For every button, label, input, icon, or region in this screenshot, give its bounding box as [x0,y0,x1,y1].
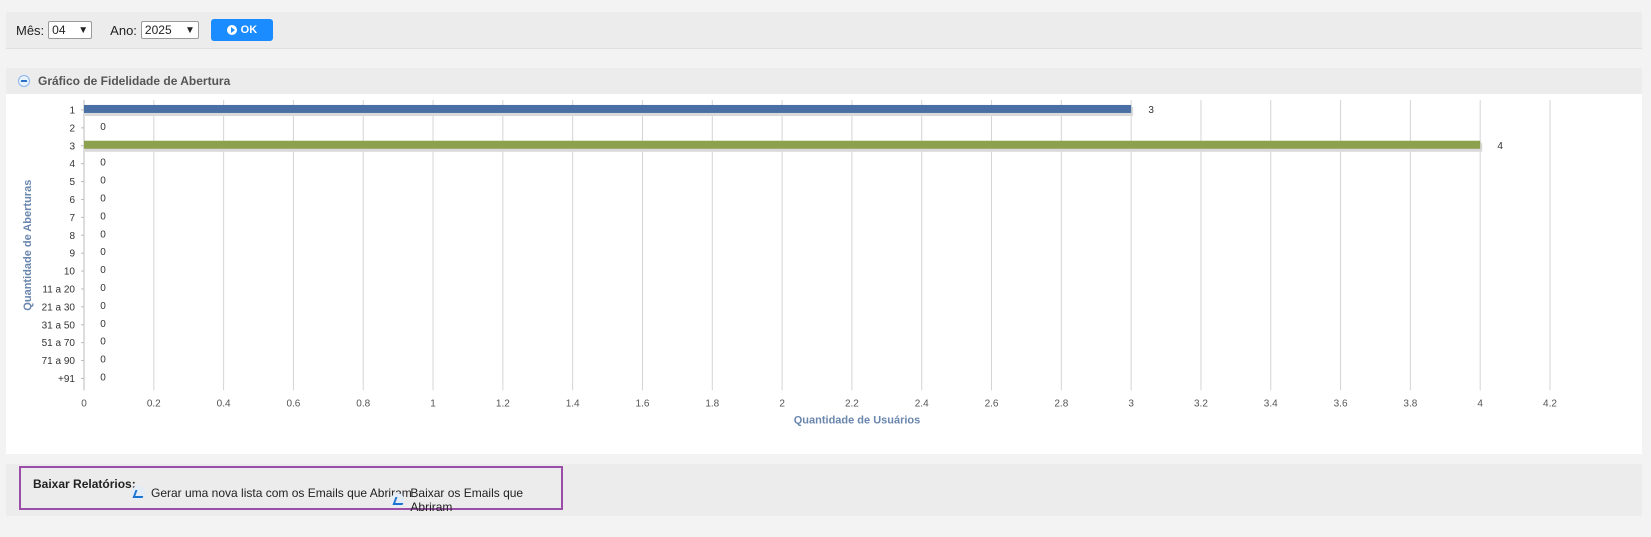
y-tick-label: 3 [69,141,75,152]
month-value: 04 [52,23,66,37]
x-tick-label: 0.4 [217,398,231,409]
x-axis-title: Quantidade de Usuários [794,414,921,426]
x-tick-label: 1.8 [705,398,719,409]
filter-bar: Mês: 04 ▼ Ano: 2025 ▼ OK [6,12,1642,49]
data-label: 0 [100,211,106,222]
data-label: 0 [100,158,106,169]
panel-title: Gráfico de Fidelidade de Abertura [38,74,231,88]
x-tick-label: 3 [1128,398,1134,409]
data-label: 0 [100,229,106,240]
data-label: 3 [1148,105,1154,116]
bar-chart: 0 0.2 0.4 0.6 0.8 1 1.2 1.4 1.6 1.8 2 2.2 2.4 2.6 2.8 3… [22,100,1557,426]
data-label: 0 [100,283,106,294]
x-tick-label: 2.6 [985,398,999,409]
y-tick-label: 10 [64,267,76,278]
ok-button[interactable]: OK [210,19,273,41]
chart-panel: Gráfico de Fidelidade de Abertura 0 0.2 0.… [6,68,1642,454]
ok-button-label: OK [240,24,258,36]
x-tick-label: 3.8 [1403,398,1417,409]
y-tick-label: 1 [69,105,75,116]
x-tick-label: 4 [1477,398,1483,409]
month-select[interactable]: 04 ▼ [48,21,93,39]
x-tick-label: 0.8 [356,398,370,409]
data-label: 0 [100,355,106,366]
data-label: 0 [100,337,106,348]
year-value: 2025 [144,23,172,37]
bar [84,104,1132,113]
y-axis-title: Quantidade de Aberturas [22,180,34,311]
y-tick-label: 21 a 30 [42,302,76,313]
generate-list-link[interactable]: Gerar uma nova lista com os Emails que A… [131,486,412,500]
y-tick-label: 11 a 20 [42,284,75,295]
reports-title: Baixar Relatórios: [33,477,136,491]
x-tick-label: 1.2 [496,398,510,409]
month-label: Mês: [16,22,45,38]
data-label: 0 [100,193,106,204]
x-tick-label: 2 [779,398,785,409]
y-tick-label: 2 [69,123,75,134]
x-tick-label: 0 [81,398,87,409]
x-tick-label: 3.4 [1264,398,1278,409]
year-select[interactable]: 2025 ▼ [140,21,199,39]
download-emails-link[interactable]: Baixar os Emails que Abriram [391,486,561,514]
play-icon [226,25,237,35]
x-tick-label: 2.8 [1054,398,1068,409]
y-tick-label: 31 a 50 [42,320,76,331]
x-tick-label: 1 [430,398,436,409]
year-label: Ano: [110,22,137,38]
x-tick-label: 3.6 [1334,398,1348,409]
y-tick-label: 8 [69,231,75,242]
generate-list-label: Gerar uma nova lista com os Emails que A… [151,486,412,500]
data-label: 0 [100,301,106,312]
data-label: 0 [100,122,106,133]
download-icon [131,486,145,500]
x-tick-label: 2.4 [915,398,929,409]
chevron-down-icon: ▼ [78,24,89,36]
panel-header: Gráfico de Fidelidade de Abertura [6,68,1642,94]
reports-footer: Baixar Relatórios: Gerar uma nova lista … [6,464,1642,516]
y-tick-label: 9 [69,249,75,260]
y-tick-label: 51 a 70 [42,338,76,349]
x-tick-label: 0.6 [286,398,300,409]
y-tick-label: 7 [69,213,75,224]
x-tick-label: 0.2 [147,398,161,409]
data-label: 0 [100,247,106,258]
x-tick-label: 1.4 [566,398,580,409]
data-label: 0 [100,372,106,383]
bar [84,140,1481,149]
y-tick-label: 5 [69,177,75,188]
y-tick-label: 71 a 90 [42,356,76,367]
reports-box: Baixar Relatórios: Gerar uma nova lista … [19,466,563,514]
chevron-down-icon: ▼ [185,24,195,36]
data-label: 0 [100,176,106,187]
collapse-icon[interactable] [18,75,30,87]
x-tick-label: 2.2 [845,398,859,409]
data-label: 0 [100,265,106,276]
data-label: 0 [100,319,106,330]
y-tick-label: +91 [58,374,75,385]
x-tick-label: 4.2 [1543,398,1557,409]
download-icon [391,493,405,507]
y-tick-label: 4 [69,159,75,170]
x-tick-label: 1.6 [636,398,650,409]
x-tick-label: 3.2 [1194,398,1208,409]
data-label: 4 [1497,141,1503,152]
download-emails-label: Baixar os Emails que Abriram [410,486,524,514]
y-tick-label: 6 [69,195,75,206]
